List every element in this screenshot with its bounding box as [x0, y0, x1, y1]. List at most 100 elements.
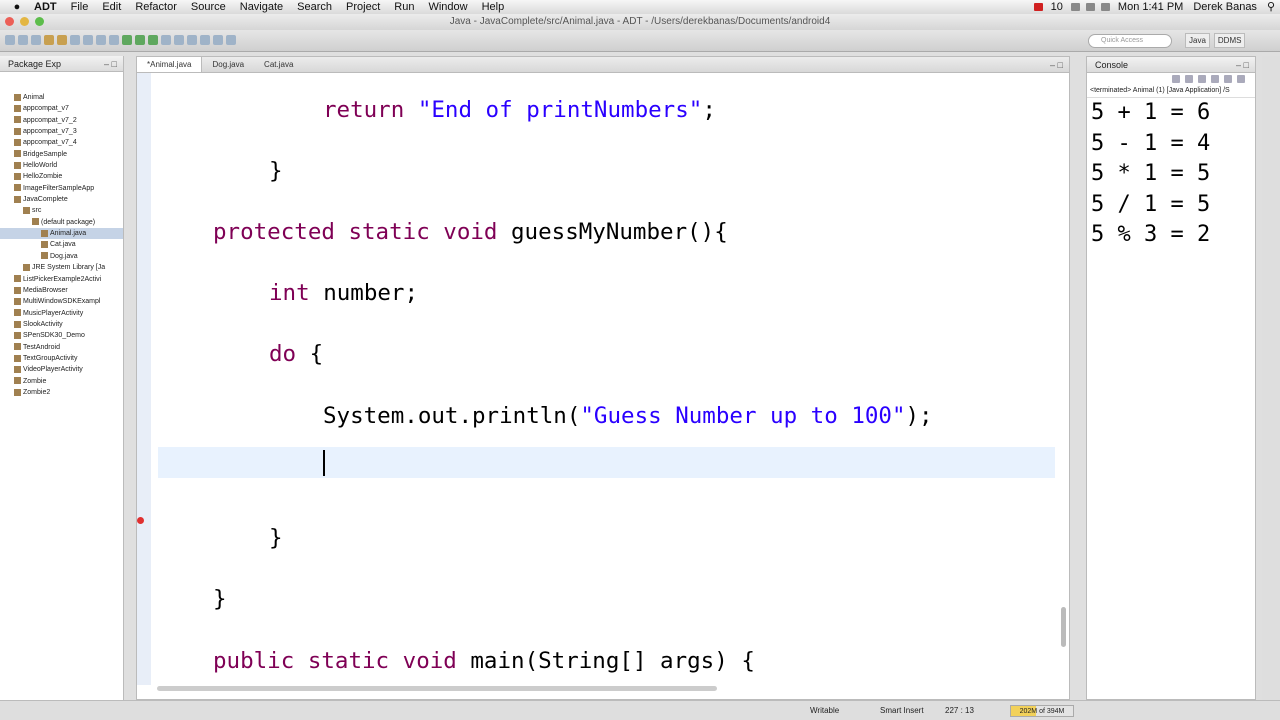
menu-window[interactable]: Window: [421, 0, 474, 14]
tray-app-icon[interactable]: [1070, 3, 1080, 11]
print-icon[interactable]: [31, 35, 41, 45]
editor-view-controls[interactable]: – □: [1050, 57, 1063, 73]
tree-item[interactable]: VideoPlayerActivity: [0, 364, 123, 375]
perspective-java[interactable]: Java: [1185, 33, 1210, 48]
close-window-button[interactable]: [5, 17, 14, 26]
tree-item[interactable]: Zombie2: [0, 387, 123, 398]
tree-item[interactable]: JRE System Library [Ja: [0, 262, 123, 273]
search-icon[interactable]: [174, 35, 184, 45]
tree-item[interactable]: MusicPlayerActivity: [0, 308, 123, 319]
code-line[interactable]: public static void main(String[] args) {: [213, 646, 755, 676]
save-icon[interactable]: [18, 35, 28, 45]
menu-refactor[interactable]: Refactor: [128, 0, 184, 14]
spotlight-icon[interactable]: ⚲: [1262, 0, 1280, 14]
volume-icon[interactable]: [1100, 3, 1110, 11]
minimize-window-button[interactable]: [20, 17, 29, 26]
new-icon[interactable]: [5, 35, 15, 45]
tree-item-label: appcompat_v7_3: [23, 128, 77, 136]
app-menu[interactable]: ADT: [34, 0, 64, 14]
vertical-scrollbar[interactable]: [1061, 77, 1067, 689]
open-type-icon[interactable]: [161, 35, 171, 45]
tree-item[interactable]: HelloZombie: [0, 171, 123, 182]
new-package-icon[interactable]: [96, 35, 106, 45]
code-line[interactable]: return "End of printNumbers";: [323, 95, 729, 125]
console-view-controls[interactable]: – □: [1236, 57, 1249, 73]
package-explorer-tab[interactable]: Package Exp – □: [0, 56, 123, 72]
tree-item[interactable]: TestAndroid: [0, 342, 123, 353]
code-area[interactable]: return "End of printNumbers"; } protected…: [157, 73, 1055, 685]
tree-item[interactable]: Dog.java: [0, 251, 123, 262]
tree-item[interactable]: Cat.java: [0, 239, 123, 250]
code-line[interactable]: do {: [269, 339, 323, 369]
menu-source[interactable]: Source: [184, 0, 233, 14]
forward-icon[interactable]: [226, 35, 236, 45]
tree-item[interactable]: src: [0, 205, 123, 216]
menu-run[interactable]: Run: [387, 0, 421, 14]
tree-item[interactable]: BridgeSample: [0, 149, 123, 160]
scroll-lock-icon[interactable]: [1211, 75, 1219, 83]
new-java-project-icon[interactable]: [83, 35, 93, 45]
tree-item[interactable]: HelloWorld: [0, 160, 123, 171]
menu-edit[interactable]: Edit: [95, 0, 128, 14]
wifi-icon[interactable]: [1085, 3, 1095, 11]
tree-item[interactable]: TextGroupActivity: [0, 353, 123, 364]
menu-project[interactable]: Project: [339, 0, 387, 14]
console-tab[interactable]: Console – □: [1087, 57, 1255, 73]
menu-search[interactable]: Search: [290, 0, 339, 14]
code-line[interactable]: int number;: [269, 278, 418, 308]
lint-icon[interactable]: [70, 35, 80, 45]
code-line[interactable]: }: [213, 584, 227, 614]
perspective-ddms[interactable]: DDMS: [1213, 33, 1246, 48]
quick-access-input[interactable]: Quick Access: [1088, 34, 1172, 48]
tab-cat-java[interactable]: Cat.java: [254, 57, 303, 72]
tree-item[interactable]: MultiWindowSDKExampl: [0, 296, 123, 307]
view-controls[interactable]: – □: [104, 56, 117, 72]
tree-item[interactable]: SPenSDK30_Demo: [0, 330, 123, 341]
tree-item[interactable]: Zombie: [0, 376, 123, 387]
sdk-manager-icon[interactable]: [44, 35, 54, 45]
tree-item[interactable]: appcompat_v7: [0, 103, 123, 114]
terminate-icon[interactable]: [1172, 75, 1180, 83]
tab-animal-java[interactable]: *Animal.java: [137, 57, 203, 72]
tree-item[interactable]: (default package): [0, 217, 123, 228]
clear-console-icon[interactable]: [1198, 75, 1206, 83]
code-line[interactable]: protected static void guessMyNumber(){: [213, 217, 728, 247]
menu-user[interactable]: Derek Banas: [1188, 0, 1262, 14]
tree-item[interactable]: ListPickerExample2Activi: [0, 274, 123, 285]
record-icon[interactable]: [1033, 3, 1043, 11]
tab-dog-java[interactable]: Dog.java: [202, 57, 254, 72]
debug-icon[interactable]: [122, 35, 132, 45]
back-icon[interactable]: [213, 35, 223, 45]
tree-item[interactable]: Animal: [0, 92, 123, 103]
code-line[interactable]: System.out.println("Guess Number up to 1…: [323, 401, 933, 431]
run-external-icon[interactable]: [148, 35, 158, 45]
next-annotation-icon[interactable]: [187, 35, 197, 45]
tree-item[interactable]: appcompat_v7_3: [0, 126, 123, 137]
avd-manager-icon[interactable]: [57, 35, 67, 45]
menu-clock[interactable]: Mon 1:41 PM: [1113, 0, 1188, 14]
apple-icon[interactable]: ●: [0, 1, 34, 13]
menu-help[interactable]: Help: [475, 0, 512, 14]
tree-item[interactable]: ImageFilterSampleApp: [0, 183, 123, 194]
menu-file[interactable]: File: [64, 0, 96, 14]
tree-item[interactable]: appcompat_v7_2: [0, 115, 123, 126]
display-console-icon[interactable]: [1237, 75, 1245, 83]
zoom-window-button[interactable]: [35, 17, 44, 26]
tree-item[interactable]: appcompat_v7_4: [0, 137, 123, 148]
horizontal-scrollbar[interactable]: [157, 686, 717, 691]
code-line[interactable]: }: [269, 523, 283, 553]
tree-item[interactable]: JavaComplete: [0, 194, 123, 205]
menu-navigate[interactable]: Navigate: [233, 0, 290, 14]
previous-annotation-icon[interactable]: [200, 35, 210, 45]
heap-status[interactable]: 202M of 394M: [1010, 705, 1074, 717]
tray-count[interactable]: 10: [1046, 0, 1068, 14]
tree-item[interactable]: SlookActivity: [0, 319, 123, 330]
tree-item[interactable]: MediaBrowser: [0, 285, 123, 296]
new-class-icon[interactable]: [109, 35, 119, 45]
pin-console-icon[interactable]: [1224, 75, 1232, 83]
tree-item[interactable]: Animal.java: [0, 228, 123, 240]
error-marker-icon[interactable]: [137, 517, 144, 524]
run-icon[interactable]: [135, 35, 145, 45]
remove-launch-icon[interactable]: [1185, 75, 1193, 83]
code-line[interactable]: }: [269, 156, 283, 186]
